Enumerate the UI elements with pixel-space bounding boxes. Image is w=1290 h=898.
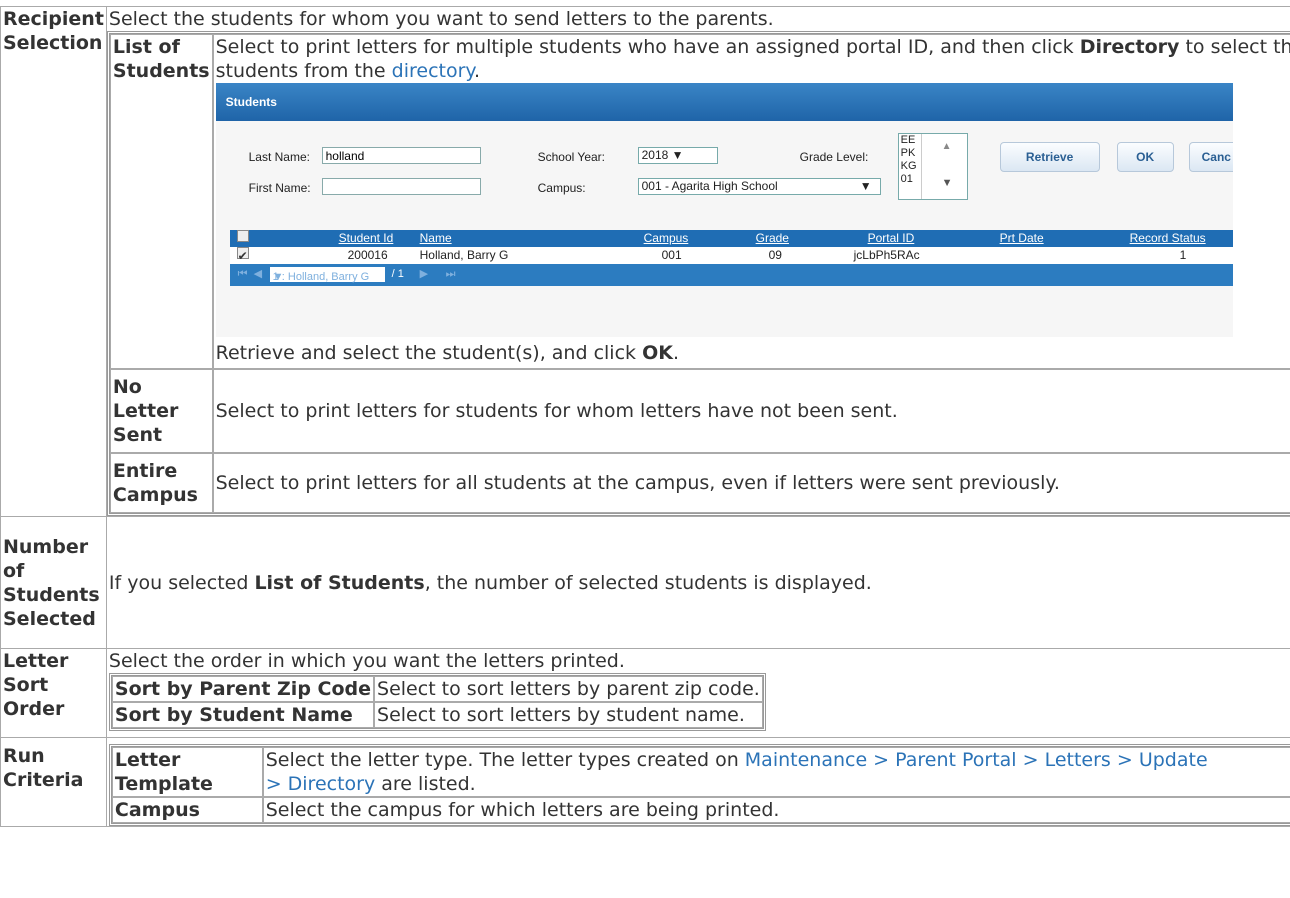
campus-label-doc: Campus (111, 797, 263, 823)
first-page-icon[interactable]: ⏮ (238, 267, 248, 281)
sort-order-desc: Select the order in which you want the l… (108, 650, 625, 672)
entire-campus-desc: Select to print letters for all students… (212, 453, 1290, 513)
first-name-input[interactable] (321, 178, 481, 195)
school-year-select[interactable]: 2018 ▼ (637, 147, 718, 164)
cell-grade: 09 (768, 248, 782, 262)
chevron-down-icon: ▼ (859, 179, 872, 193)
option-list-of-students: List of Students Select to print letters… (109, 34, 1290, 369)
students-title: Students (215, 83, 1233, 121)
sort-options: Sort by Parent Zip Code Select to sort l… (108, 673, 766, 731)
campus-desc: Select the campus for which letters are … (262, 797, 1290, 823)
grade-level-label: Grade Level: (799, 150, 869, 164)
recipient-options: List of Students Select to print letters… (106, 31, 1290, 516)
scroll-down-icon[interactable]: ▼ (942, 176, 953, 190)
no-letter-sent-desc: Select to print letters for students for… (212, 369, 1290, 453)
chevron-down-icon: ▼ (671, 148, 684, 162)
last-page-icon[interactable]: ⏭ (446, 267, 456, 281)
label-no-letter-sent: No Letter Sent (109, 369, 213, 453)
list-of-students-after: Retrieve and select the student(s), and … (215, 342, 679, 364)
letter-template-desc: Select the letter type. The letter types… (262, 747, 1290, 797)
cell-campus: 001 (661, 248, 682, 262)
cell-name: Holland, Barry G (419, 248, 509, 262)
ok-button[interactable]: OK (1116, 142, 1174, 172)
label-recipient-selection: Recipient Selection (0, 6, 107, 517)
cell-student-id: 200016 (347, 248, 388, 262)
cell-record-status: 1 (1179, 248, 1187, 262)
directory-link[interactable]: directory (392, 60, 474, 82)
row-recipient-selection: Recipient Selection Select the students … (0, 6, 1290, 517)
grade-option[interactable]: 01 (901, 173, 921, 186)
label-number-selected: Number of Students Selected (0, 516, 107, 649)
campus-label: Campus: (537, 181, 586, 195)
row-run-criteria: Run Criteria Letter Template Select the … (0, 737, 1290, 827)
cancel-button[interactable]: Canc (1188, 142, 1233, 172)
criteria-campus: Campus Select the campus for which lette… (111, 797, 1290, 823)
list-of-students-desc: Select to print letters for multiple stu… (215, 36, 1290, 82)
next-page-icon[interactable]: ▶ (420, 267, 428, 281)
row-checkbox[interactable]: ✔ (236, 247, 249, 263)
recipient-desc: Select the students for whom you want to… (108, 8, 774, 30)
students-screenshot: Students Last Name: School Year: 2018 ▼ … (215, 83, 1233, 337)
prev-page-icon[interactable]: ◀ (254, 267, 262, 281)
col-record-status[interactable]: Record Status (1130, 230, 1206, 247)
sort-zip-desc: Select to sort letters by parent zip cod… (374, 676, 763, 702)
sort-name-label: Sort by Student Name (111, 702, 375, 728)
grade-level-list[interactable]: EE PK KG 01 ▲ ▼ (897, 133, 968, 200)
criteria-letter-template: Letter Template Select the letter type. … (111, 747, 1290, 797)
number-selected-desc: If you selected List of Students, the nu… (105, 516, 1290, 649)
chevron-down-icon: ▼ (272, 271, 284, 283)
grade-option[interactable]: PK (901, 147, 921, 160)
retrieve-button[interactable]: Retrieve (999, 142, 1100, 172)
run-criteria-options: Letter Template Select the letter type. … (108, 744, 1290, 826)
cell-portal-id: jcLbPh5RAc (853, 248, 920, 262)
pager: ⏮ ◀ 1 : Holland, Barry G ▼ / 1 ▶ ⏭ (229, 264, 1233, 286)
option-no-letter-sent: No Letter Sent Select to print letters f… (109, 369, 1290, 453)
col-name[interactable]: Name (420, 230, 452, 247)
doc-table: Recipient Selection Select the students … (0, 6, 1290, 827)
page-total: / 1 (391, 268, 404, 280)
sort-option-name: Sort by Student Name Select to sort lett… (111, 702, 763, 728)
sort-zip-label: Sort by Parent Zip Code (111, 676, 375, 702)
letter-template-label: Letter Template (111, 747, 263, 797)
scroll-up-icon[interactable]: ▲ (942, 140, 952, 154)
sort-name-desc: Select to sort letters by student name. (374, 702, 763, 728)
select-all-checkbox[interactable] (236, 230, 249, 242)
col-campus[interactable]: Campus (644, 230, 689, 247)
row-sort-order: Letter Sort Order Select the order in wh… (0, 648, 1290, 738)
school-year-label: School Year: (537, 150, 605, 164)
campus-select[interactable]: 001 - Agarita High School ▼ (637, 178, 881, 195)
col-grade[interactable]: Grade (756, 230, 789, 247)
col-portal-id[interactable]: Portal ID (868, 230, 915, 247)
label-sort-order: Letter Sort Order (0, 648, 107, 738)
label-entire-campus: Entire Campus (109, 453, 213, 513)
option-entire-campus: Entire Campus Select to print letters fo… (109, 453, 1290, 513)
sort-option-zip: Sort by Parent Zip Code Select to sort l… (111, 676, 763, 702)
label-list-of-students: List of Students (109, 34, 213, 369)
row-number-selected: Number of Students Selected If you selec… (0, 516, 1290, 649)
col-student-id[interactable]: Student Id (339, 230, 394, 247)
table-row[interactable]: ✔ 200016 Holland, Barry G 001 09 jcLbPh5… (229, 247, 1233, 264)
page-select[interactable]: 1 : Holland, Barry G ▼ (269, 267, 385, 283)
label-run-criteria: Run Criteria (0, 737, 107, 827)
first-name-label: First Name: (248, 181, 311, 195)
col-prt-date[interactable]: Prt Date (1000, 230, 1044, 247)
grade-option[interactable]: EE (901, 134, 921, 147)
last-name-input[interactable] (321, 147, 481, 164)
grid-header: Student Id Name Campus Grade Portal ID P… (229, 230, 1233, 247)
grade-option[interactable]: KG (901, 160, 921, 173)
last-name-label: Last Name: (248, 150, 310, 164)
